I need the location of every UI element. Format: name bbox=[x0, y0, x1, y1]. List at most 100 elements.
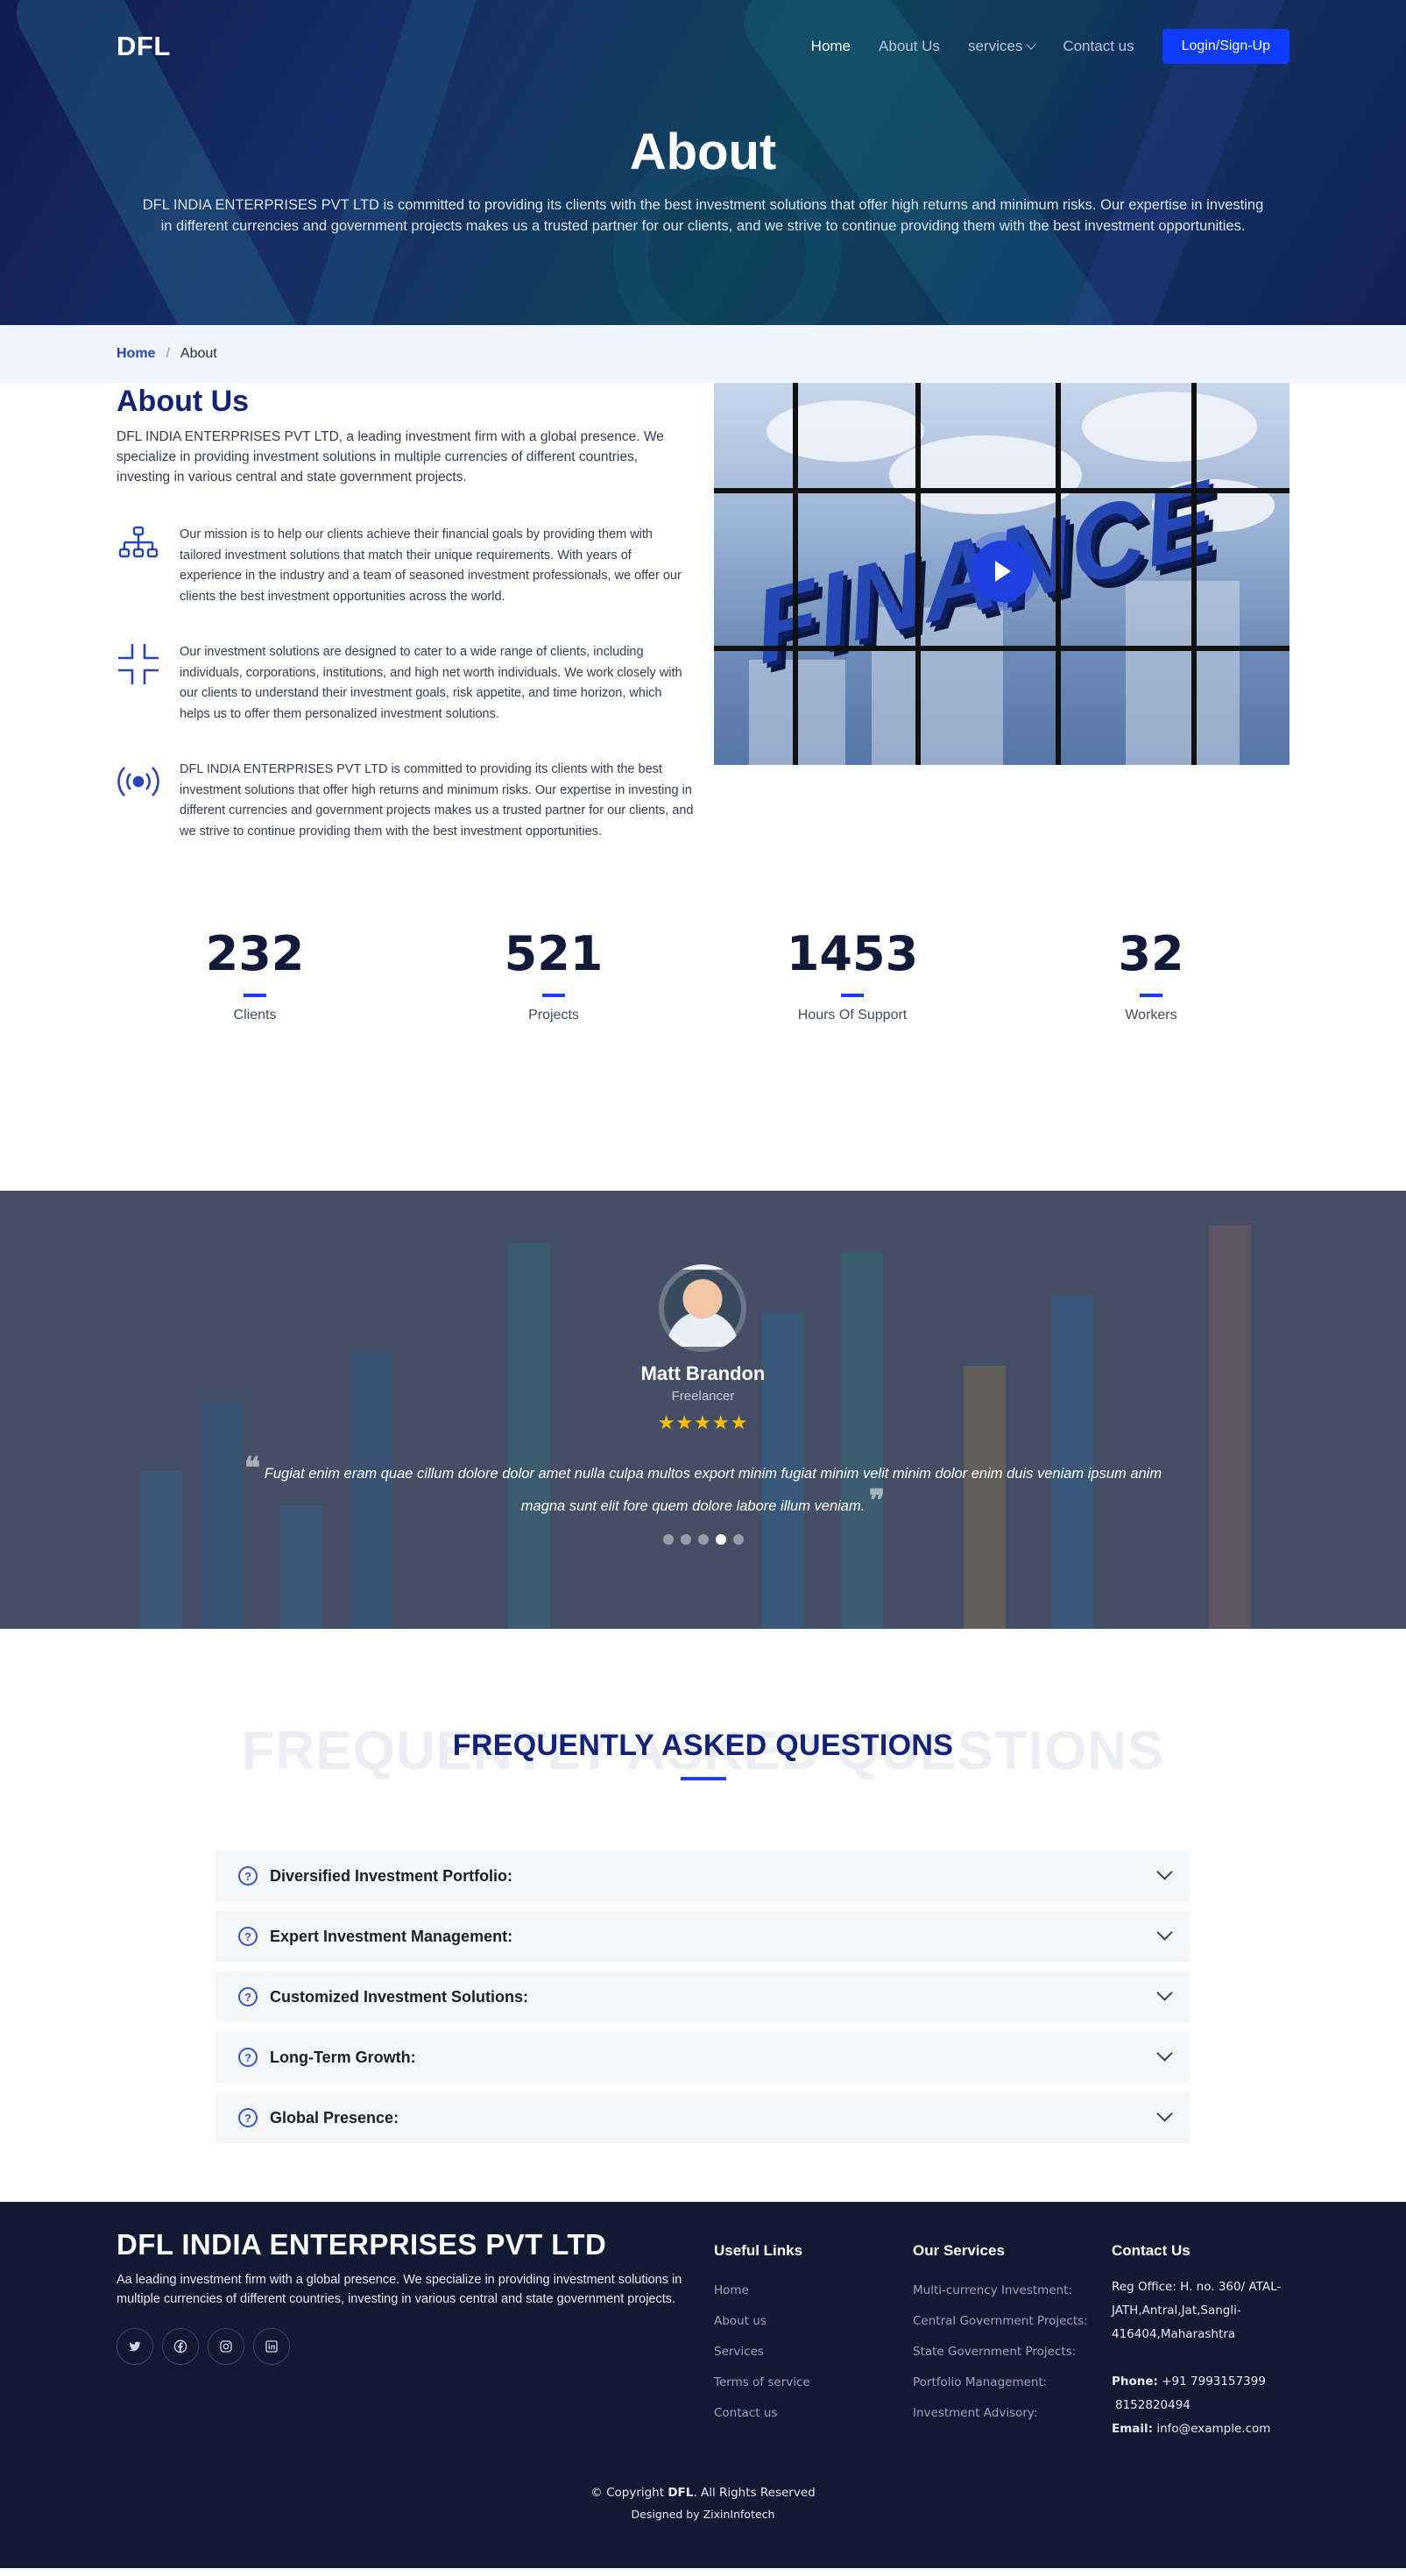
stat-clients: 232 Clients bbox=[124, 926, 386, 1023]
faq-item[interactable]: ? Long-Term Growth: bbox=[215, 2032, 1190, 2083]
finance-video-thumbnail[interactable]: FINANCE bbox=[714, 383, 1289, 765]
nav-link-services[interactable]: services bbox=[967, 38, 1036, 55]
twitter-icon[interactable] bbox=[117, 2328, 153, 2365]
faq-question: Global Presence: bbox=[270, 2108, 399, 2127]
nav-services-label: services bbox=[967, 38, 1023, 54]
phone-number: +91 7993157399 bbox=[1162, 2374, 1266, 2388]
window-frame bbox=[714, 646, 1289, 651]
top-navbar: DFL Home About Us services Contact us Lo… bbox=[117, 28, 1289, 65]
hero-description: DFL INDIA ENTERPRISES PVT LTD is committ… bbox=[142, 197, 1264, 234]
login-signup-button[interactable]: Login/Sign-Up bbox=[1162, 29, 1289, 64]
footer-useful-links: Useful Links Home About us Services Term… bbox=[714, 2242, 810, 2429]
email-address[interactable]: info@example.com bbox=[1156, 2422, 1270, 2436]
footer-service-link[interactable]: Portfolio Management: bbox=[913, 2367, 1088, 2398]
stat-label: Clients bbox=[233, 1008, 277, 1023]
footer-contact: Contact Us Reg Office: H. no. 360/ ATAL-… bbox=[1112, 2242, 1287, 2441]
testimonial-overlay bbox=[0, 1191, 1406, 1629]
window-frame bbox=[1056, 383, 1061, 765]
question-icon: ? bbox=[238, 2048, 258, 2067]
hero-banner: DFL Home About Us services Contact us Lo… bbox=[0, 0, 1406, 325]
quote-text: Fugiat enim eram quae cillum dolore dolo… bbox=[264, 1466, 1162, 1514]
stat-divider bbox=[841, 994, 864, 997]
footer-service-link[interactable]: Investment Advisory: bbox=[913, 2398, 1088, 2429]
footer-email: Email: info@example.com bbox=[1112, 2417, 1287, 2441]
footer-service-link[interactable]: Central Government Projects: bbox=[913, 2306, 1088, 2337]
footer-col-title: Contact Us bbox=[1112, 2242, 1191, 2259]
footer-service-link[interactable]: Multi-currency Investment: bbox=[913, 2275, 1088, 2306]
footer-link[interactable]: Home bbox=[714, 2275, 810, 2306]
site-footer: DFL INDIA ENTERPRISES PVT LTD Aa leading… bbox=[0, 2202, 1406, 2568]
window-frame bbox=[793, 383, 798, 765]
avatar bbox=[659, 1264, 746, 1352]
faq-item[interactable]: ? Diversified Investment Portfolio: bbox=[215, 1851, 1190, 1901]
carousel-dot[interactable] bbox=[662, 1534, 674, 1545]
feature-text: Our mission is to help our clients achie… bbox=[180, 527, 682, 604]
footer-link[interactable]: Contact us bbox=[714, 2398, 810, 2429]
carousel-dot[interactable] bbox=[732, 1534, 744, 1545]
chevron-down-icon bbox=[1156, 2045, 1173, 2062]
footer-link[interactable]: About us bbox=[714, 2306, 810, 2337]
chevron-down-icon bbox=[1026, 39, 1036, 50]
footer-link[interactable]: Terms of service bbox=[714, 2367, 810, 2398]
nav-link-home[interactable]: Home bbox=[811, 38, 851, 55]
stat-divider bbox=[542, 994, 565, 997]
instagram-icon[interactable] bbox=[208, 2328, 244, 2365]
faq-section: FREQUENTLY ASKED QUESTIONS FREQUENTLY AS… bbox=[0, 1629, 1406, 2202]
nav-link-about[interactable]: About Us bbox=[879, 38, 940, 55]
nav-menu: Home About Us services Contact us Login/… bbox=[811, 29, 1289, 64]
carousel-dot[interactable] bbox=[697, 1534, 709, 1545]
stat-value: 32 bbox=[1118, 926, 1184, 981]
copyright-brand: DFL bbox=[668, 2486, 694, 2500]
faq-question: Long-Term Growth: bbox=[270, 2048, 416, 2066]
email-label: Email: bbox=[1112, 2422, 1154, 2436]
feature-text: Our investment solutions are designed to… bbox=[180, 645, 682, 721]
about-feature: Our mission is to help our clients achie… bbox=[117, 525, 695, 607]
stat-projects: 521 Projects bbox=[422, 926, 685, 1023]
building-shape bbox=[1126, 581, 1240, 765]
facebook-icon[interactable] bbox=[162, 2328, 199, 2365]
faq-heading-underline bbox=[681, 1777, 726, 1780]
play-button[interactable] bbox=[971, 541, 1033, 602]
stat-workers: 32 Workers bbox=[1020, 926, 1282, 1023]
footer-link[interactable]: Services bbox=[714, 2337, 810, 2367]
footer-service-link[interactable]: State Government Projects: bbox=[913, 2337, 1088, 2367]
chevron-down-icon bbox=[1156, 1924, 1173, 1941]
breadcrumb: Home / About bbox=[0, 325, 1406, 383]
page-title: About bbox=[629, 124, 777, 180]
footer-phone: Phone: +91 7993157399 bbox=[1112, 2370, 1287, 2394]
question-icon: ? bbox=[238, 1927, 258, 1946]
carousel-dot[interactable] bbox=[715, 1534, 726, 1545]
faq-item[interactable]: ? Global Presence: bbox=[215, 2092, 1190, 2143]
testimonial-quote: ❝ Fugiat enim eram quae cillum dolore do… bbox=[237, 1454, 1169, 1520]
faq-question: Expert Investment Management: bbox=[270, 1927, 513, 1945]
stat-hours-support: 1453 Hours Of Support bbox=[721, 926, 984, 1023]
feature-text: DFL INDIA ENTERPRISES PVT LTD is committ… bbox=[180, 762, 694, 839]
footer-phone-alt: 8152820494 bbox=[1115, 2398, 1191, 2412]
stat-value: 521 bbox=[504, 926, 604, 981]
faq-question: Diversified Investment Portfolio: bbox=[270, 1866, 513, 1885]
breadcrumb-separator: / bbox=[166, 346, 170, 361]
about-feature: DFL INDIA ENTERPRISES PVT LTD is committ… bbox=[117, 760, 695, 842]
window-frame bbox=[915, 383, 921, 765]
question-icon: ? bbox=[238, 1866, 258, 1886]
site-logo[interactable]: DFL bbox=[117, 31, 171, 62]
carousel-dot[interactable] bbox=[680, 1534, 691, 1545]
stat-value: 1453 bbox=[786, 926, 919, 981]
cloud-shape bbox=[1082, 392, 1257, 462]
nav-link-contact[interactable]: Contact us bbox=[1063, 38, 1134, 55]
faq-item[interactable]: ? Expert Investment Management: bbox=[215, 1911, 1190, 1962]
stat-divider bbox=[244, 994, 266, 997]
faq-item[interactable]: ? Customized Investment Solutions: bbox=[215, 1971, 1190, 2022]
phone-label: Phone: bbox=[1112, 2374, 1158, 2388]
footer-col-title: Useful Links bbox=[714, 2242, 803, 2259]
copyright-prefix: © Copyright bbox=[590, 2486, 665, 2500]
linkedin-icon[interactable] bbox=[253, 2328, 290, 2365]
footer-services: Our Services Multi-currency Investment: … bbox=[913, 2242, 1088, 2429]
stat-value: 232 bbox=[205, 926, 305, 981]
breadcrumb-home[interactable]: Home bbox=[117, 346, 155, 362]
breadcrumb-current: About bbox=[180, 346, 217, 361]
stat-divider bbox=[1140, 994, 1162, 997]
sitemap-icon bbox=[118, 526, 159, 558]
stat-label: Projects bbox=[528, 1008, 579, 1023]
chevron-down-icon bbox=[1156, 1864, 1173, 1880]
